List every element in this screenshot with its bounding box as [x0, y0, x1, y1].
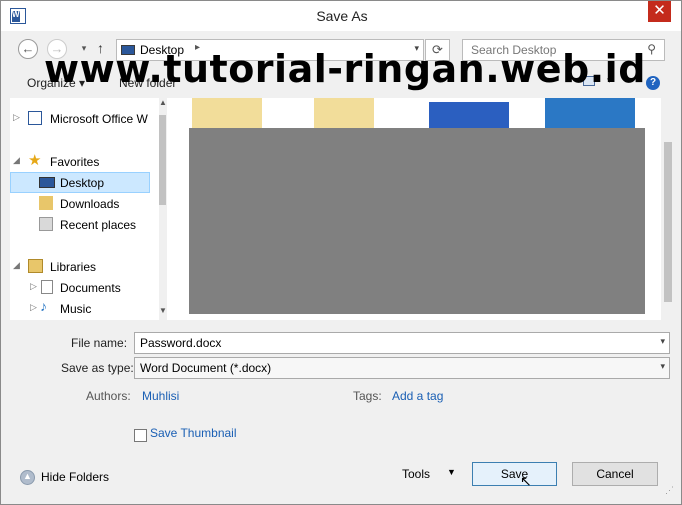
help-icon[interactable]: ? — [646, 76, 660, 90]
nav-item-microsoft-office[interactable]: ▷ Microsoft Office W — [10, 108, 150, 129]
save-as-dialog: Save As ✕ ← → ▾ ↑ Desktop ▸ ▾ ⟳ Search D… — [0, 0, 682, 505]
nav-item-label: Desktop — [60, 176, 105, 190]
nav-item-libraries[interactable]: ◢ Libraries — [10, 256, 150, 277]
expand-chevron-icon[interactable]: ▷ — [30, 281, 37, 292]
downloads-icon — [39, 196, 53, 210]
nav-scrollbar[interactable]: ▲ ▼ — [159, 98, 167, 320]
user-folder-thumbnail[interactable] — [314, 98, 374, 128]
nav-item-label: Music — [60, 302, 92, 316]
save-thumbnail-label[interactable]: Save Thumbnail — [150, 426, 237, 440]
nav-item-label: Downloads — [60, 197, 120, 211]
file-name-value: Password.docx — [140, 336, 222, 350]
recent-places-icon — [39, 217, 53, 231]
mouse-cursor-icon: ↖ — [520, 473, 532, 489]
expand-chevron-icon[interactable]: ▷ — [30, 302, 37, 313]
scrollbar-thumb[interactable] — [159, 115, 166, 205]
hide-folders-icon[interactable] — [20, 470, 35, 485]
scroll-down-icon[interactable]: ▼ — [159, 306, 167, 315]
nav-item-label: Libraries — [50, 260, 97, 274]
folder-thumbnail[interactable] — [192, 98, 262, 128]
file-list-area[interactable] — [167, 98, 675, 320]
computer-thumbnail[interactable] — [429, 98, 509, 128]
hide-folders-button[interactable]: Hide Folders — [41, 470, 109, 484]
star-icon: ★ — [28, 152, 42, 169]
libraries-icon — [28, 259, 43, 273]
tools-button[interactable]: Tools — [402, 467, 430, 481]
file-name-input[interactable]: Password.docx ▾ — [134, 332, 670, 354]
nav-item-label: Microsoft Office W — [50, 112, 148, 126]
save-button[interactable]: Save — [472, 462, 557, 486]
scroll-up-icon[interactable]: ▲ — [159, 98, 167, 107]
navigation-pane: ▷ Microsoft Office W ◢ ★ Favorites Deskt… — [10, 98, 167, 320]
save-type-label: Save as type: — [61, 361, 134, 375]
nav-item-favorites[interactable]: ◢ ★ Favorites — [10, 151, 150, 172]
cancel-button[interactable]: Cancel — [572, 462, 658, 486]
scrollbar-thumb[interactable] — [664, 142, 672, 302]
content-scrollbar[interactable] — [661, 98, 675, 320]
word-document-icon — [28, 111, 42, 125]
resize-grip-icon[interactable]: ⋰ — [665, 485, 674, 496]
save-options-panel: File name: Password.docx ▾ Save as type:… — [1, 323, 681, 503]
redacted-content — [189, 128, 645, 314]
tools-dropdown-icon[interactable]: ▼ — [447, 467, 456, 477]
collapse-chevron-icon[interactable]: ◢ — [13, 155, 20, 166]
nav-item-music[interactable]: ▷ ♪ Music — [10, 298, 150, 319]
nav-item-label: Recent places — [60, 218, 137, 232]
network-thumbnail[interactable] — [545, 98, 635, 128]
collapse-chevron-icon[interactable]: ◢ — [13, 260, 20, 271]
documents-icon — [41, 280, 53, 294]
window-title: Save As — [316, 8, 368, 24]
watermark: www.tutorial-ringan.web.id — [44, 47, 646, 91]
nav-item-recent-places[interactable]: Recent places — [10, 214, 150, 235]
nav-item-label: Favorites — [50, 155, 100, 169]
back-button[interactable]: ← — [18, 39, 38, 59]
close-button[interactable]: ✕ — [648, 1, 671, 22]
nav-item-label: Documents — [60, 281, 121, 295]
nav-item-documents[interactable]: ▷ Documents — [10, 277, 150, 298]
authors-value[interactable]: Muhlisi — [142, 389, 179, 403]
search-icon: ⚲ — [647, 42, 656, 56]
title-bar: Save As ✕ — [1, 1, 681, 31]
authors-label: Authors: — [86, 389, 131, 403]
save-thumbnail-checkbox[interactable] — [134, 429, 147, 442]
save-type-dropdown-icon[interactable]: ▾ — [660, 361, 665, 372]
nav-item-desktop[interactable]: Desktop — [10, 172, 150, 193]
music-icon: ♪ — [40, 298, 47, 314]
file-name-label: File name: — [71, 336, 128, 350]
tags-label: Tags: — [353, 389, 382, 403]
desktop-icon — [39, 177, 55, 188]
save-type-select[interactable]: Word Document (*.docx) ▾ — [134, 357, 670, 379]
nav-item-downloads[interactable]: Downloads — [10, 193, 150, 214]
expand-chevron-icon[interactable]: ▷ — [13, 112, 20, 123]
save-type-value: Word Document (*.docx) — [140, 361, 272, 375]
tags-input[interactable]: Add a tag — [392, 389, 443, 403]
file-name-dropdown-icon[interactable]: ▾ — [660, 336, 665, 347]
